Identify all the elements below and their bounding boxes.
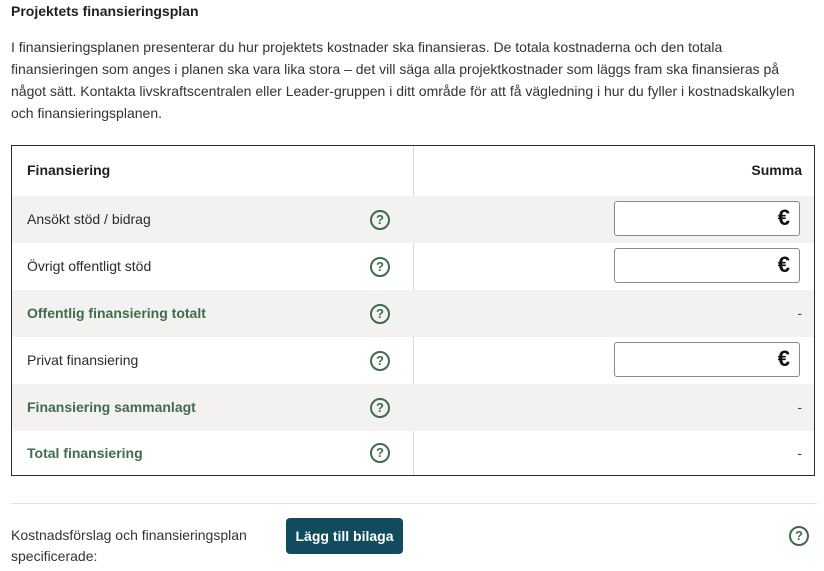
section-title: Projektets finansieringsplan (11, 3, 199, 19)
total-financing-value: - (797, 445, 802, 461)
euro-icon: € (777, 346, 790, 371)
header-sum: Summa (751, 162, 802, 178)
row-label: Övrigt offentligt stöd (27, 258, 152, 274)
applied-support-input[interactable] (621, 206, 765, 233)
applied-support-field[interactable]: € (614, 201, 800, 236)
euro-icon: € (777, 205, 790, 230)
row-public-total: Offentlig finansiering totalt ? - (12, 290, 814, 337)
section-divider (11, 503, 817, 504)
add-attachment-button[interactable]: Lägg till bilaga (286, 518, 403, 554)
help-icon[interactable]: ? (370, 304, 390, 324)
attachment-label: Kostnadsförslag och finansieringsplan sp… (11, 527, 247, 564)
help-icon[interactable]: ? (370, 398, 390, 418)
header-financing: Finansiering (27, 162, 111, 178)
financing-combined-value: - (797, 399, 802, 415)
row-financing-combined: Finansiering sammanlagt ? - (12, 384, 814, 431)
private-financing-input[interactable] (621, 347, 765, 374)
row-total-financing: Total finansiering ? - (12, 431, 814, 475)
help-icon[interactable]: ? (789, 526, 809, 546)
table-header-row: Finansiering Summa (12, 146, 814, 196)
private-financing-field[interactable]: € (614, 342, 800, 377)
intro-text: I finansieringsplanen presenterar du hur… (11, 39, 795, 121)
financing-table: Finansiering Summa Ansökt stöd / bidrag … (11, 145, 815, 476)
row-label: Offentlig finansiering totalt (27, 305, 206, 321)
other-public-support-field[interactable]: € (614, 248, 800, 283)
row-label: Total finansiering (27, 445, 143, 461)
other-public-support-input[interactable] (621, 253, 765, 280)
help-icon[interactable]: ? (370, 443, 390, 463)
euro-icon: € (777, 252, 790, 277)
help-icon[interactable]: ? (370, 257, 390, 277)
row-label: Privat finansiering (27, 352, 139, 368)
row-private-financing: Privat finansiering ? € (12, 337, 814, 384)
row-other-public-support: Övrigt offentligt stöd ? € (12, 243, 814, 290)
row-label: Ansökt stöd / bidrag (27, 211, 151, 227)
row-applied-support: Ansökt stöd / bidrag ? € (12, 196, 814, 243)
help-icon[interactable]: ? (370, 351, 390, 371)
public-total-value: - (797, 305, 802, 321)
help-icon[interactable]: ? (370, 210, 390, 230)
row-label: Finansiering sammanlagt (27, 399, 196, 415)
